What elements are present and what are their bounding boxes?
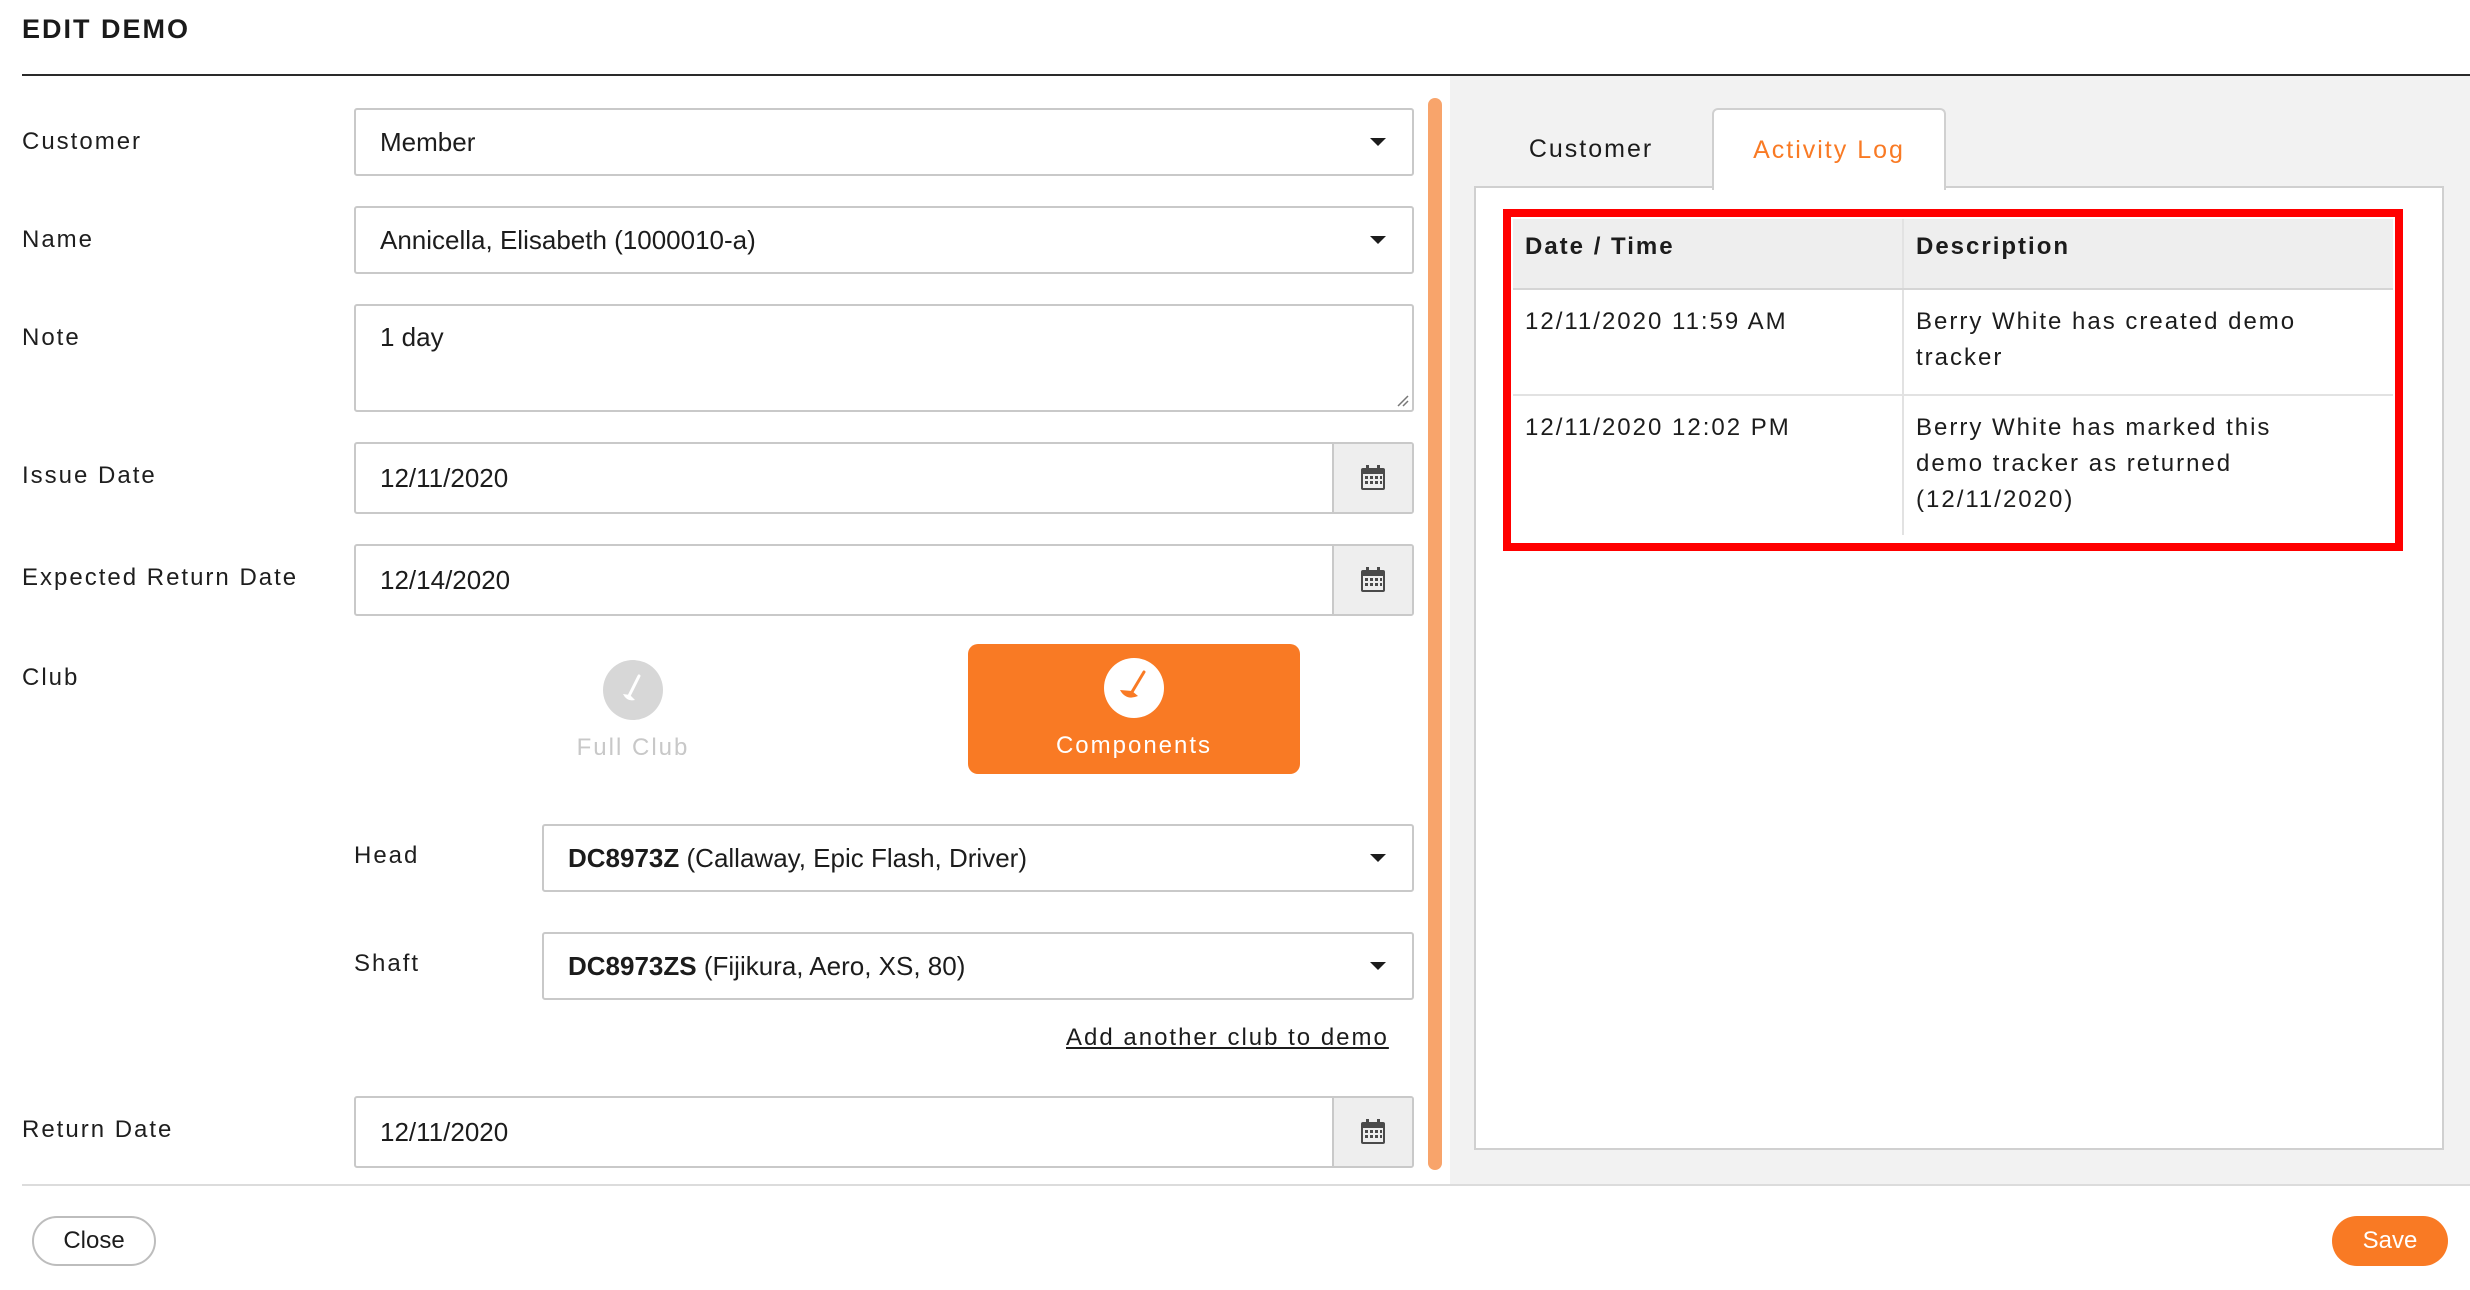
customer-label: Customer: [22, 128, 143, 155]
form-scrollbar[interactable]: [1428, 98, 1442, 1170]
golf-club-icon: [1104, 658, 1164, 718]
shaft-code: DC8973ZS: [568, 950, 697, 981]
close-button[interactable]: Close: [32, 1216, 156, 1266]
footer-divider: [22, 1184, 2470, 1186]
calendar-icon: [1361, 465, 1385, 490]
calendar-icon: [1361, 567, 1385, 592]
components-label: Components: [1055, 732, 1213, 759]
issue-date-picker-button[interactable]: [1332, 444, 1412, 512]
shaft-label: Shaft: [354, 950, 421, 977]
calendar-icon: [1361, 1119, 1385, 1144]
name-select-value: Annicella, Elisabeth (1000010-a): [380, 224, 756, 255]
add-another-club-link[interactable]: Add another club to demo: [1066, 1024, 1389, 1052]
return-date-field[interactable]: 12/11/2020: [354, 1096, 1414, 1168]
components-option[interactable]: Components: [968, 644, 1300, 774]
customer-select[interactable]: Member: [354, 108, 1414, 176]
return-date-picker-button[interactable]: [1332, 1098, 1412, 1166]
club-label: Club: [22, 664, 80, 691]
name-select[interactable]: Annicella, Elisabeth (1000010-a): [354, 206, 1414, 274]
chevron-down-icon: [1370, 138, 1386, 146]
head-label: Head: [354, 842, 420, 869]
expected-return-date-picker-button[interactable]: [1332, 546, 1412, 614]
issue-date-field[interactable]: 12/11/2020: [354, 442, 1414, 514]
issue-date-label: Issue Date: [22, 462, 157, 489]
head-detail: (Callaway, Epic Flash, Driver): [679, 842, 1027, 873]
resize-handle-icon[interactable]: [1395, 393, 1409, 407]
dialog-title: EDIT DEMO: [22, 14, 191, 44]
highlight-box: [1503, 209, 2403, 551]
tab-customer[interactable]: Customer: [1476, 110, 1706, 188]
shaft-select[interactable]: DC8973ZS (Fijikura, Aero, XS, 80): [542, 932, 1414, 1000]
note-textarea[interactable]: 1 day: [354, 304, 1414, 412]
return-date-input[interactable]: 12/11/2020: [356, 1098, 1332, 1166]
chevron-down-icon: [1370, 962, 1386, 970]
return-date-label: Return Date: [22, 1116, 174, 1143]
head-select[interactable]: DC8973Z (Callaway, Epic Flash, Driver): [542, 824, 1414, 892]
expected-return-date-field[interactable]: 12/14/2020: [354, 544, 1414, 616]
golf-club-icon: [603, 660, 663, 720]
name-label: Name: [22, 226, 95, 253]
expected-return-date-label: Expected Return Date: [22, 564, 299, 591]
full-club-option[interactable]: Full Club: [528, 646, 738, 776]
note-value: 1 day: [380, 322, 444, 352]
expected-return-date-input[interactable]: 12/14/2020: [356, 546, 1332, 614]
shaft-detail: (Fijikura, Aero, XS, 80): [696, 950, 966, 981]
head-code: DC8973Z: [568, 842, 680, 873]
tab-activity-log[interactable]: Activity Log: [1712, 108, 1946, 190]
full-club-label: Full Club: [576, 734, 690, 761]
issue-date-input[interactable]: 12/11/2020: [356, 444, 1332, 512]
chevron-down-icon: [1370, 854, 1386, 862]
save-button[interactable]: Save: [2332, 1216, 2448, 1266]
note-label: Note: [22, 324, 81, 351]
customer-select-value: Member: [380, 126, 476, 157]
chevron-down-icon: [1370, 236, 1386, 244]
